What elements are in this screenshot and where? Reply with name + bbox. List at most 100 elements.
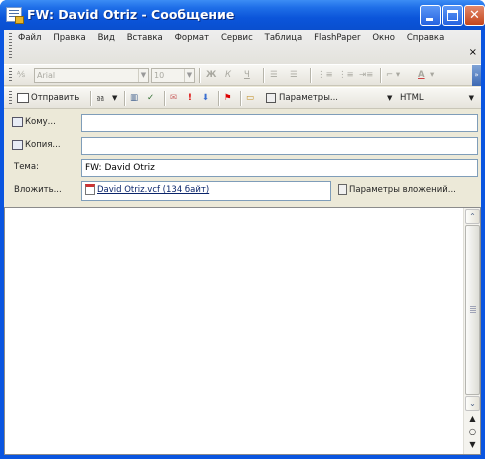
chevron-down-icon: ▼ [468,94,474,102]
chevron-down-icon: ▼ [184,69,194,82]
menu-table[interactable]: Таблица [265,32,303,45]
previous-page-icon[interactable]: ▲ [464,414,481,423]
font-size-combo[interactable]: 10 ▼ [151,68,195,83]
menu-close-icon[interactable]: × [469,47,477,58]
chevron-down-icon[interactable]: ▼ [387,91,392,106]
toolbar-separator [240,91,241,106]
to-label: Кому... [25,117,56,127]
options-button[interactable]: Параметры... [266,91,338,106]
toolbar-overflow-button[interactable]: » [472,65,481,86]
to-button[interactable]: Кому... [12,113,56,132]
subject-label: Тема: [14,162,39,172]
border-icon[interactable]: ⌐ ▾ [386,68,400,83]
toolbar-grip[interactable] [9,68,12,83]
menu-help[interactable]: Справка [407,32,444,45]
toolbar-separator [380,68,381,83]
menu-tools[interactable]: Сервис [221,32,253,45]
toolbar-grip[interactable] [9,91,12,106]
title-bar[interactable]: FW: David Otriz - Сообщение ✕ [0,0,485,30]
attachment-item[interactable]: David Otriz.vcf (134 байт) [85,184,209,195]
scroll-up-button[interactable]: ⌃ [465,209,480,224]
subject-field[interactable]: FW: David Otriz [81,159,478,177]
underline-button[interactable]: Ч [244,68,250,83]
address-book-icon [12,116,23,127]
menu-items: Файл Правка Вид Вставка Формат Сервис Та… [18,32,458,45]
toolbar-separator [199,68,200,83]
scroll-down-button[interactable]: ⌄ [465,396,480,411]
address-book-icon [12,139,23,150]
format-value: HTML [400,93,424,103]
address-book-icon[interactable]: ▥ [130,91,138,106]
indent-icon[interactable]: ⇥≡ [359,68,373,83]
options-icon [266,92,276,103]
menu-bar: Файл Правка Вид Вставка Формат Сервис Та… [4,30,481,64]
menu-flashpaper[interactable]: FlashPaper [314,32,360,45]
cc-field[interactable] [81,137,478,155]
minimize-icon [426,18,433,21]
send-label: Отправить [31,93,80,103]
font-size-value: 10 [154,71,165,80]
send-button[interactable]: Отправить [17,91,79,106]
message-format-select[interactable]: HTML ▼ [400,91,480,106]
style-icon[interactable]: ⅍ [17,68,25,83]
chevron-down-icon[interactable]: ▼ [112,91,117,106]
menu-edit[interactable]: Правка [53,32,85,45]
toolbar-separator [164,91,165,106]
font-name-value: Arial [37,71,56,80]
flag-icon[interactable]: ⚑ [224,91,232,106]
window-title: FW: David Otriz - Сообщение [27,7,235,22]
align-left-icon[interactable]: ☰ [270,68,278,83]
bullet-list-icon[interactable]: ⋮≡ [338,68,354,83]
toolbar-separator [124,91,125,106]
toolbar-separator [90,91,91,106]
next-page-icon[interactable]: ▼ [464,440,481,449]
maximize-icon [447,10,458,21]
menu-view[interactable]: Вид [98,32,115,45]
paperclip-icon[interactable]: ⎂ [96,91,105,106]
menu-window[interactable]: Окно [372,32,395,45]
high-importance-icon[interactable]: ! [188,91,192,106]
toolbar-separator [263,68,264,83]
scroll-thumb[interactable] [465,225,480,395]
chevron-down-icon: ▼ [138,69,148,82]
attachment-options-button[interactable]: Параметры вложений... [338,184,456,195]
message-window: FW: David Otriz - Сообщение ✕ Файл Правк… [0,0,485,459]
low-importance-icon[interactable]: ⬇ [202,91,209,106]
bold-button[interactable]: Ж [206,68,216,83]
to-field[interactable] [81,114,478,132]
chevron-down-icon: ⌄ [469,399,476,408]
menu-format[interactable]: Формат [175,32,210,45]
open-folder-icon[interactable]: ▭ [246,91,254,106]
close-window-button[interactable]: ✕ [464,5,485,26]
message-body[interactable]: ⌃ ⌄ ▲ ○ ▼ [4,207,481,455]
menu-file[interactable]: Файл [18,32,41,45]
toolbar-separator [218,91,219,106]
font-color-button[interactable]: A [418,68,425,83]
signature-icon[interactable]: ✉ [170,91,177,106]
vcard-icon [85,184,95,195]
standard-toolbar: Отправить ⎂ ▼ ▥ ✓ ✉ ! ⬇ ⚑ ▭ Параметры...… [4,87,481,109]
menu-insert[interactable]: Вставка [127,32,163,45]
browse-object-icon[interactable]: ○ [464,427,481,436]
close-icon: ✕ [469,8,480,23]
attach-label[interactable]: Вложить... [14,185,62,195]
align-center-icon[interactable]: ☰ [290,68,298,83]
attachments-box[interactable]: David Otriz.vcf (134 байт) [81,181,331,201]
chevron-down-icon[interactable]: ▾ [430,68,434,83]
italic-button[interactable]: К [225,68,231,83]
attachment-options-icon [338,184,347,195]
font-name-combo[interactable]: Arial ▼ [34,68,149,83]
vertical-scrollbar[interactable]: ⌃ ⌄ ▲ ○ ▼ [463,208,480,454]
message-headers: Кому... Копия... Тема: FW: David Otriz В… [4,110,481,204]
numbered-list-icon[interactable]: ⋮≡ [317,68,333,83]
toolbar-separator [310,68,311,83]
minimize-button[interactable] [420,5,441,26]
send-icon [17,92,29,103]
attachment-options-label: Параметры вложений... [349,185,456,195]
menubar-grip[interactable] [9,33,12,59]
chevron-up-icon: ⌃ [469,212,476,221]
attachment-name: David Otriz.vcf (134 байт) [97,185,210,195]
cc-button[interactable]: Копия... [12,136,61,155]
maximize-button[interactable] [442,5,463,26]
check-names-icon[interactable]: ✓ [147,91,154,106]
